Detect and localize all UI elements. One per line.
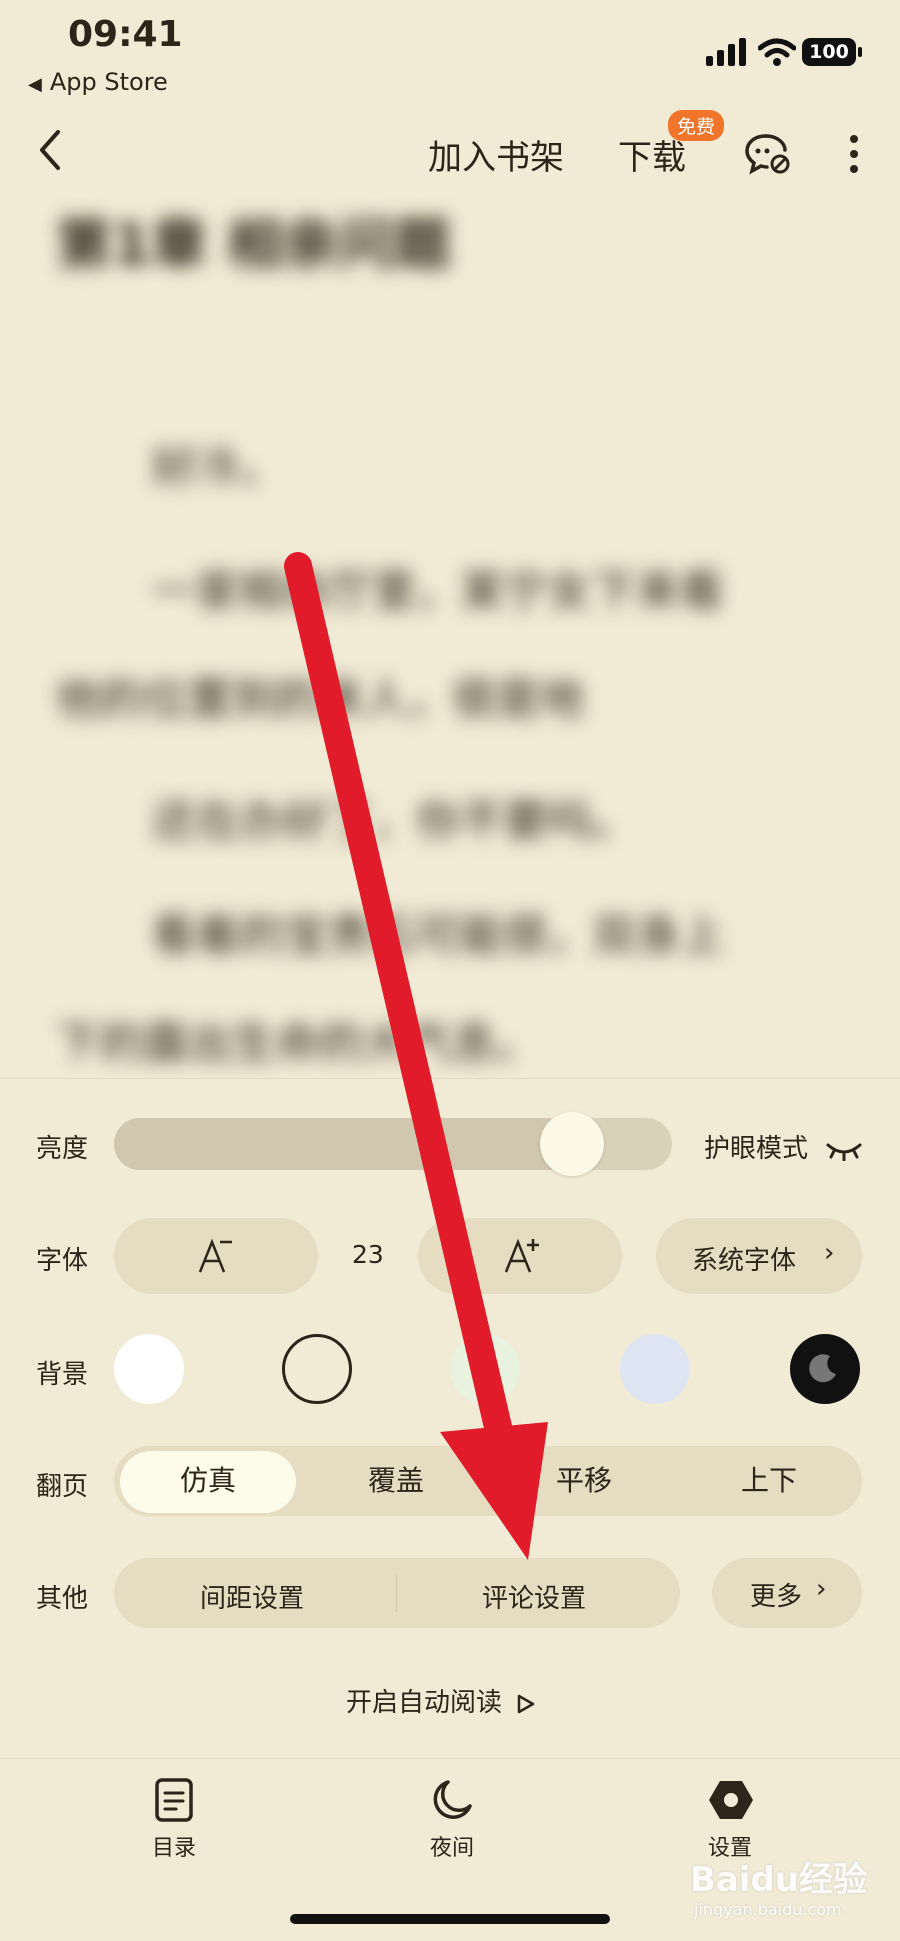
signal-icon — [706, 38, 746, 66]
battery-icon: 100 — [802, 38, 856, 66]
moon-icon — [809, 1354, 836, 1383]
font-decrease-button[interactable] — [114, 1218, 318, 1294]
watermark-url: jingyan.baidu.com — [694, 1900, 842, 1919]
brightness-fill — [114, 1118, 572, 1170]
system-font-button[interactable]: 系统字体 › — [656, 1218, 862, 1294]
auto-read-label: 开启自动阅读 — [346, 1688, 503, 1718]
tab-night[interactable]: 夜间 — [418, 1776, 488, 1861]
closed-eye-icon — [826, 1143, 862, 1161]
more-options-icon[interactable] — [848, 134, 860, 174]
settings-hexagon-icon — [709, 1781, 753, 1819]
page-turn-option-slide[interactable]: 平移 — [496, 1448, 672, 1514]
page-turn-option-cover[interactable]: 覆盖 — [308, 1448, 484, 1514]
tab-settings[interactable]: 设置 — [696, 1776, 766, 1861]
divider — [396, 1574, 397, 1612]
page-turn-option-simulate[interactable]: 仿真 — [120, 1448, 296, 1514]
other-label: 其他 — [36, 1584, 89, 1614]
battery-level: 100 — [809, 41, 849, 63]
play-icon — [518, 1694, 535, 1713]
brightness-label: 亮度 — [36, 1134, 89, 1164]
comment-settings-icon[interactable] — [744, 132, 792, 176]
background-white-swatch[interactable] — [114, 1334, 184, 1404]
background-dark-swatch[interactable] — [790, 1334, 860, 1404]
back-triangle-icon: ◀ — [28, 74, 42, 95]
tab-night-label: 夜间 — [430, 1836, 475, 1861]
eye-mode-toggle[interactable]: 护眼模式 — [704, 1128, 862, 1165]
tab-contents-label: 目录 — [152, 1836, 197, 1861]
chevron-right-icon: › — [816, 1574, 827, 1604]
back-arrow-icon[interactable] — [34, 126, 74, 176]
font-size-value: 23 — [352, 1240, 384, 1269]
page-turn-option-vertical[interactable]: 上下 — [684, 1448, 854, 1514]
battery-tip — [858, 47, 862, 57]
back-app-label: App Store — [49, 68, 168, 96]
table-of-contents-icon — [155, 1778, 193, 1822]
other-options-group — [114, 1558, 680, 1628]
more-button[interactable]: 更多 › — [712, 1558, 862, 1628]
add-to-shelf-button[interactable]: 加入书架 — [428, 130, 564, 179]
page-turn-label: 翻页 — [36, 1472, 89, 1502]
free-badge: 免费 — [668, 110, 725, 141]
back-to-app-store[interactable]: ◀ App Store — [28, 68, 168, 96]
reading-content: 第1章 相亲问题 好冷。 一家相亲厅里，某宁女下来看 他的位置到的来人，很是地 … — [56, 200, 856, 1080]
paragraph: 看着的宝贵石可能很，双身上 — [152, 910, 724, 961]
home-indicator[interactable] — [290, 1914, 610, 1924]
comment-settings-button[interactable]: 评论设置 — [482, 1578, 586, 1615]
background-label: 背景 — [36, 1360, 89, 1390]
wifi-icon — [758, 38, 796, 66]
tab-contents[interactable]: 目录 — [140, 1776, 210, 1861]
font-decrease-icon — [198, 1238, 232, 1273]
spacing-settings-button[interactable]: 间距设置 — [200, 1578, 304, 1615]
font-increase-button[interactable] — [418, 1218, 622, 1294]
paragraph: 还在办好了，你不要吗。 — [152, 796, 636, 847]
more-label: 更多 — [750, 1582, 803, 1612]
font-label: 字体 — [36, 1246, 89, 1276]
status-time: 09:41 — [68, 14, 183, 55]
paragraph: 好冷。 — [152, 442, 284, 493]
paragraph: 一家相亲厅里，某宁女下来看 — [152, 566, 724, 617]
night-moon-icon — [433, 1780, 472, 1819]
baidu-watermark: Baidu经验 — [690, 1860, 868, 1900]
eye-mode-label: 护眼模式 — [704, 1134, 809, 1164]
background-green-swatch[interactable] — [450, 1334, 520, 1404]
font-increase-icon — [504, 1238, 539, 1273]
paragraph: 他的位置到的来人，很是地 — [56, 674, 584, 725]
chevron-right-icon: › — [824, 1238, 835, 1268]
chapter-title: 第1章 相亲问题 — [56, 213, 451, 278]
brightness-slider-knob[interactable] — [539, 1112, 604, 1176]
system-font-label: 系统字体 — [692, 1246, 797, 1276]
paragraph: 下的露出生命的大气息。 — [56, 1018, 540, 1069]
background-beige-swatch[interactable] — [282, 1334, 352, 1404]
auto-read-button[interactable]: 开启自动阅读 — [346, 1682, 536, 1719]
background-blue-swatch[interactable] — [620, 1334, 690, 1404]
